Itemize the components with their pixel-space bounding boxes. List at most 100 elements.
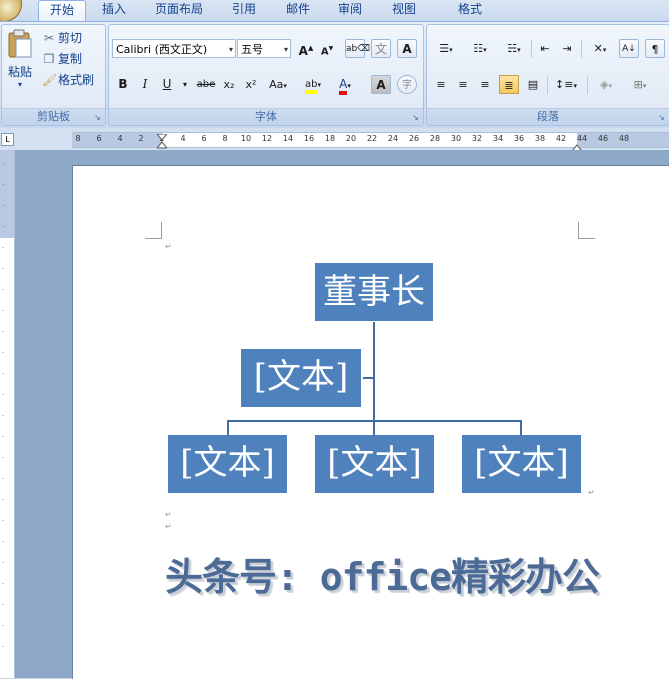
tab-home[interactable]: 开始 xyxy=(38,0,86,22)
paragraph-group-label: 段落 xyxy=(427,108,669,125)
font-name-combo[interactable]: Calibri (西文正文) ▾ xyxy=(112,39,236,58)
eraser-icon: ab⌫ xyxy=(346,44,370,54)
tab-format[interactable]: 格式 xyxy=(448,0,492,21)
office-button[interactable] xyxy=(0,0,22,22)
vertical-ruler-tick: · xyxy=(2,517,5,525)
horizontal-ruler[interactable]: 8642246810121416182022242628303234363842… xyxy=(0,128,669,152)
indent-marker[interactable] xyxy=(155,133,169,150)
align-left-icon: ≡ xyxy=(436,78,446,91)
underline-dropdown[interactable]: ▾ xyxy=(175,75,195,94)
grow-font-button[interactable]: A▲ xyxy=(296,39,316,58)
chevron-down-icon: ▾ xyxy=(17,80,22,89)
orgchart-node-child-3[interactable]: [文本] xyxy=(462,435,581,493)
connector-trunk xyxy=(373,322,375,425)
sort-button[interactable]: A↓ xyxy=(619,39,639,58)
italic-button[interactable]: I xyxy=(135,75,155,94)
distributed-icon: ▤ xyxy=(527,78,539,91)
orgchart-node-assistant[interactable]: [文本] xyxy=(241,349,361,407)
tab-insert[interactable]: 插入 xyxy=(94,0,134,21)
wordart-text[interactable]: 头条号: office精彩办公 xyxy=(165,546,600,601)
orgchart-node-child-2[interactable]: [文本] xyxy=(315,435,434,493)
clear-format-button[interactable]: ab⌫ xyxy=(345,39,370,58)
vertical-ruler-tick: · xyxy=(2,265,5,273)
ruler-tick-label: 36 xyxy=(513,134,525,143)
borders-button[interactable]: ⊞▾ xyxy=(625,75,655,94)
cut-button[interactable]: ✂ 剪切 xyxy=(42,29,82,47)
shrink-font-button[interactable]: A▼ xyxy=(317,39,337,58)
paste-button[interactable]: 粘贴 ▾ xyxy=(5,29,35,99)
vertical-ruler-tick: · xyxy=(2,559,5,567)
ruler-tick-label: 18 xyxy=(324,134,336,143)
superscript-button[interactable]: x² xyxy=(241,75,261,94)
document-page[interactable]: ↵ 董事长 [文本] [文本] [文本] [文本] ↵ ↵ ↵ 头条号: off… xyxy=(72,165,669,679)
font-size-combo[interactable]: 五号 ▾ xyxy=(237,39,291,58)
vertical-ruler[interactable]: · · · · · · · · · · · · · · · · · · · · · · · · xyxy=(0,150,15,678)
paragraph-launcher-icon[interactable]: ↘ xyxy=(657,113,666,122)
format-painter-button[interactable]: 🖌格式刷 xyxy=(42,71,94,89)
vertical-ruler-tick: · xyxy=(2,244,5,252)
align-right-button[interactable]: ≡ xyxy=(475,75,495,94)
bullets-button[interactable]: ☰▾ xyxy=(431,39,461,58)
align-center-button[interactable]: ≡ xyxy=(453,75,473,94)
ruler-tick-label: 6 xyxy=(201,134,207,143)
orgchart-node-child-1[interactable]: [文本] xyxy=(168,435,287,493)
line-spacing-button[interactable]: ↕≡▾ xyxy=(551,75,581,94)
paragraph-mark: ↵ xyxy=(588,488,595,497)
vertical-ruler-tick: · xyxy=(2,580,5,588)
sort-icon: A↓ xyxy=(622,44,636,54)
character-border-button[interactable]: A xyxy=(397,39,417,58)
paste-label: 粘贴 xyxy=(7,65,32,79)
show-formatting-button[interactable]: ¶ xyxy=(645,39,665,58)
align-left-button[interactable]: ≡ xyxy=(431,75,451,94)
clipboard-launcher-icon[interactable]: ↘ xyxy=(93,113,102,122)
highlight-button[interactable]: ab▾ xyxy=(299,75,327,94)
tab-mailings[interactable]: 邮件 xyxy=(276,0,320,21)
orgchart-node-top[interactable]: 董事长 xyxy=(315,263,433,321)
chevron-down-icon: ▾ xyxy=(182,80,187,89)
multilevel-list-button[interactable]: ☵▾ xyxy=(499,39,529,58)
ruler-tick-label: 22 xyxy=(366,134,378,143)
align-center-icon: ≡ xyxy=(458,78,468,91)
character-shading-button[interactable]: A xyxy=(371,75,391,94)
numbering-button[interactable]: ☷▾ xyxy=(465,39,495,58)
justify-button[interactable]: ≣ xyxy=(499,75,519,94)
tab-view[interactable]: 视图 xyxy=(382,0,426,21)
copy-button[interactable]: ❐ 复制 xyxy=(42,50,82,68)
strikethrough-button[interactable]: abe xyxy=(193,75,219,94)
underline-button[interactable]: U xyxy=(157,75,177,94)
tab-references[interactable]: 引用 xyxy=(222,0,266,21)
bold-button[interactable]: B xyxy=(113,75,133,94)
scissors-icon: ✂ xyxy=(43,31,55,45)
chinese-layout-button[interactable]: ✕▾ xyxy=(585,39,615,58)
phonetic-guide-button[interactable]: 文 xyxy=(371,39,391,58)
bullet-list-icon: ☰ xyxy=(439,42,450,55)
ruler-tick-label: 12 xyxy=(261,134,273,143)
tab-review[interactable]: 审阅 xyxy=(328,0,372,21)
font-group-label: 字体 xyxy=(109,108,423,125)
ruler-tick-label: 4 xyxy=(117,134,123,143)
font-launcher-icon[interactable]: ↘ xyxy=(411,113,420,122)
ruler-tick-label: 4 xyxy=(180,134,186,143)
shading-button[interactable]: ◈▾ xyxy=(591,75,621,94)
clipboard-group-label: 剪贴板 xyxy=(2,108,105,125)
ruler-tick-label: 32 xyxy=(471,134,483,143)
vertical-ruler-tick: · xyxy=(2,223,5,231)
vertical-ruler-tick: · xyxy=(2,307,5,315)
enclose-characters-button[interactable]: 字 xyxy=(397,75,417,94)
tab-page-layout[interactable]: 页面布局 xyxy=(146,0,212,21)
crop-mark xyxy=(145,222,162,239)
vertical-ruler-tick: · xyxy=(2,601,5,609)
vertical-ruler-tick: · xyxy=(2,328,5,336)
ruler-tick-label: 28 xyxy=(429,134,441,143)
right-indent-marker[interactable] xyxy=(570,138,584,152)
subscript-button[interactable]: x₂ xyxy=(219,75,239,94)
tab-selector[interactable]: L xyxy=(1,133,14,146)
change-case-button[interactable]: Aa▾ xyxy=(265,75,291,94)
connector-mid xyxy=(373,420,375,435)
increase-indent-button[interactable]: ⇥ xyxy=(557,39,577,58)
distributed-button[interactable]: ▤ xyxy=(523,75,543,94)
vertical-ruler-tick: · xyxy=(2,433,5,441)
decrease-indent-button[interactable]: ⇤ xyxy=(535,39,555,58)
font-color-button[interactable]: A▾ xyxy=(331,75,359,95)
ruler-tick-label: 48 xyxy=(618,134,630,143)
